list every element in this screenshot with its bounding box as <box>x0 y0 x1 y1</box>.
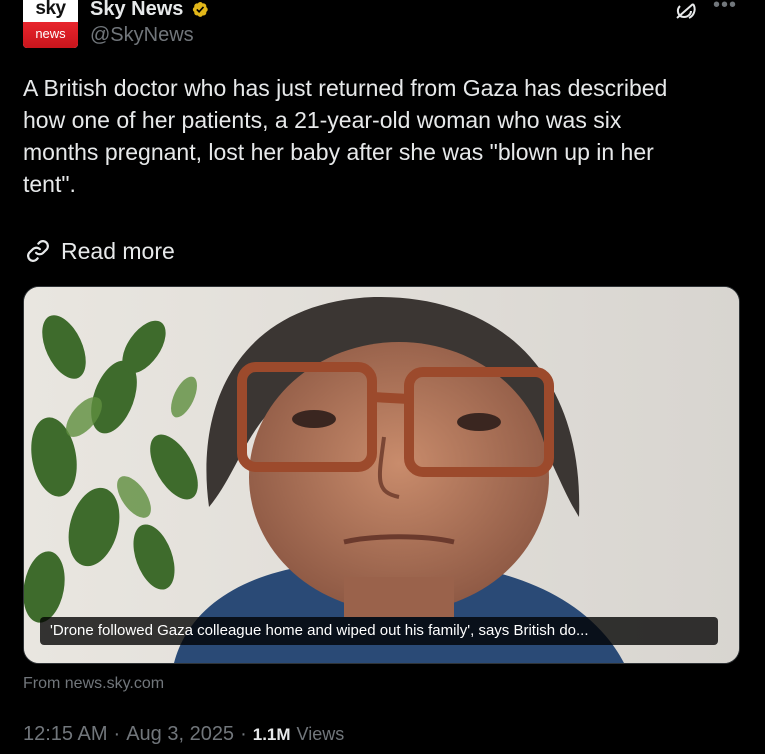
link-icon <box>27 240 49 262</box>
read-more-link[interactable]: Read more <box>23 236 175 266</box>
verified-badge-icon[interactable] <box>189 0 211 20</box>
more-options-icon[interactable]: ••• <box>713 0 737 17</box>
meta-separator: · <box>240 723 247 745</box>
avatar-sky-text: sky <box>23 0 78 22</box>
tweet-text: A British doctor who has just returned f… <box>23 75 668 197</box>
views-label: Views <box>296 724 345 744</box>
views-count: 1.1M <box>252 725 291 744</box>
tweet-date[interactable]: Aug 3, 2025 <box>126 723 234 746</box>
source-link[interactable]: From news.sky.com <box>23 675 164 693</box>
author-display-name[interactable]: Sky News <box>90 0 183 20</box>
tweet-time[interactable]: 12:15 AM <box>23 723 108 746</box>
media-video-card[interactable]: 'Drone followed Gaza colleague home and … <box>23 286 740 664</box>
avatar-news-text: news <box>23 22 78 48</box>
media-caption: 'Drone followed Gaza colleague home and … <box>40 617 718 645</box>
read-more-label: Read more <box>61 237 175 264</box>
grok-icon[interactable] <box>673 0 699 22</box>
author-handle[interactable]: @SkyNews <box>90 24 194 47</box>
meta-separator: · <box>113 723 121 745</box>
avatar[interactable]: sky news <box>23 0 78 48</box>
author-name-row: Sky News <box>90 0 211 20</box>
tweet-meta: 12:15 AM · Aug 3, 2025 · 1.1M Views <box>23 723 344 746</box>
video-thumbnail-image <box>24 287 739 663</box>
